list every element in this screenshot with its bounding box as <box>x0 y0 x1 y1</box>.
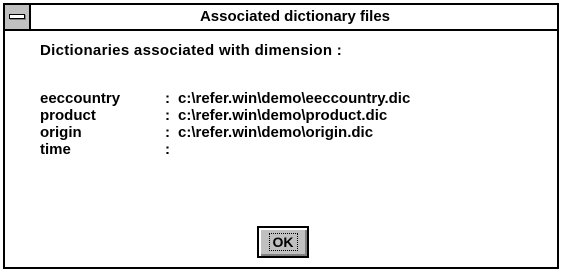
dimension-name: time <box>40 141 71 158</box>
separator: : <box>165 141 170 158</box>
dimension-name: product <box>40 107 96 124</box>
ok-button-label: OK <box>268 233 298 251</box>
dictionaries-heading: Dictionaries associated with dimension : <box>40 42 343 59</box>
ok-button[interactable]: OK <box>257 226 309 258</box>
separator: : <box>165 90 170 107</box>
dictionary-path: c:\refer.win\demo\origin.dic <box>178 124 374 141</box>
dimension-name: eeccountry <box>40 90 121 107</box>
window-title: Associated dictionary files <box>199 8 391 25</box>
dictionary-path: c:\refer.win\demo\product.dic <box>178 107 388 124</box>
title-bar: Associated dictionary files <box>5 5 557 31</box>
system-menu-icon[interactable] <box>5 5 31 29</box>
dimension-name: origin <box>40 124 82 141</box>
dictionary-path: c:\refer.win\demo\eeccountry.dic <box>178 90 411 107</box>
dialog-window: Associated dictionary files Dictionaries… <box>3 3 559 269</box>
separator: : <box>165 107 170 124</box>
system-menu-bar-glyph <box>9 14 25 19</box>
separator: : <box>165 124 170 141</box>
